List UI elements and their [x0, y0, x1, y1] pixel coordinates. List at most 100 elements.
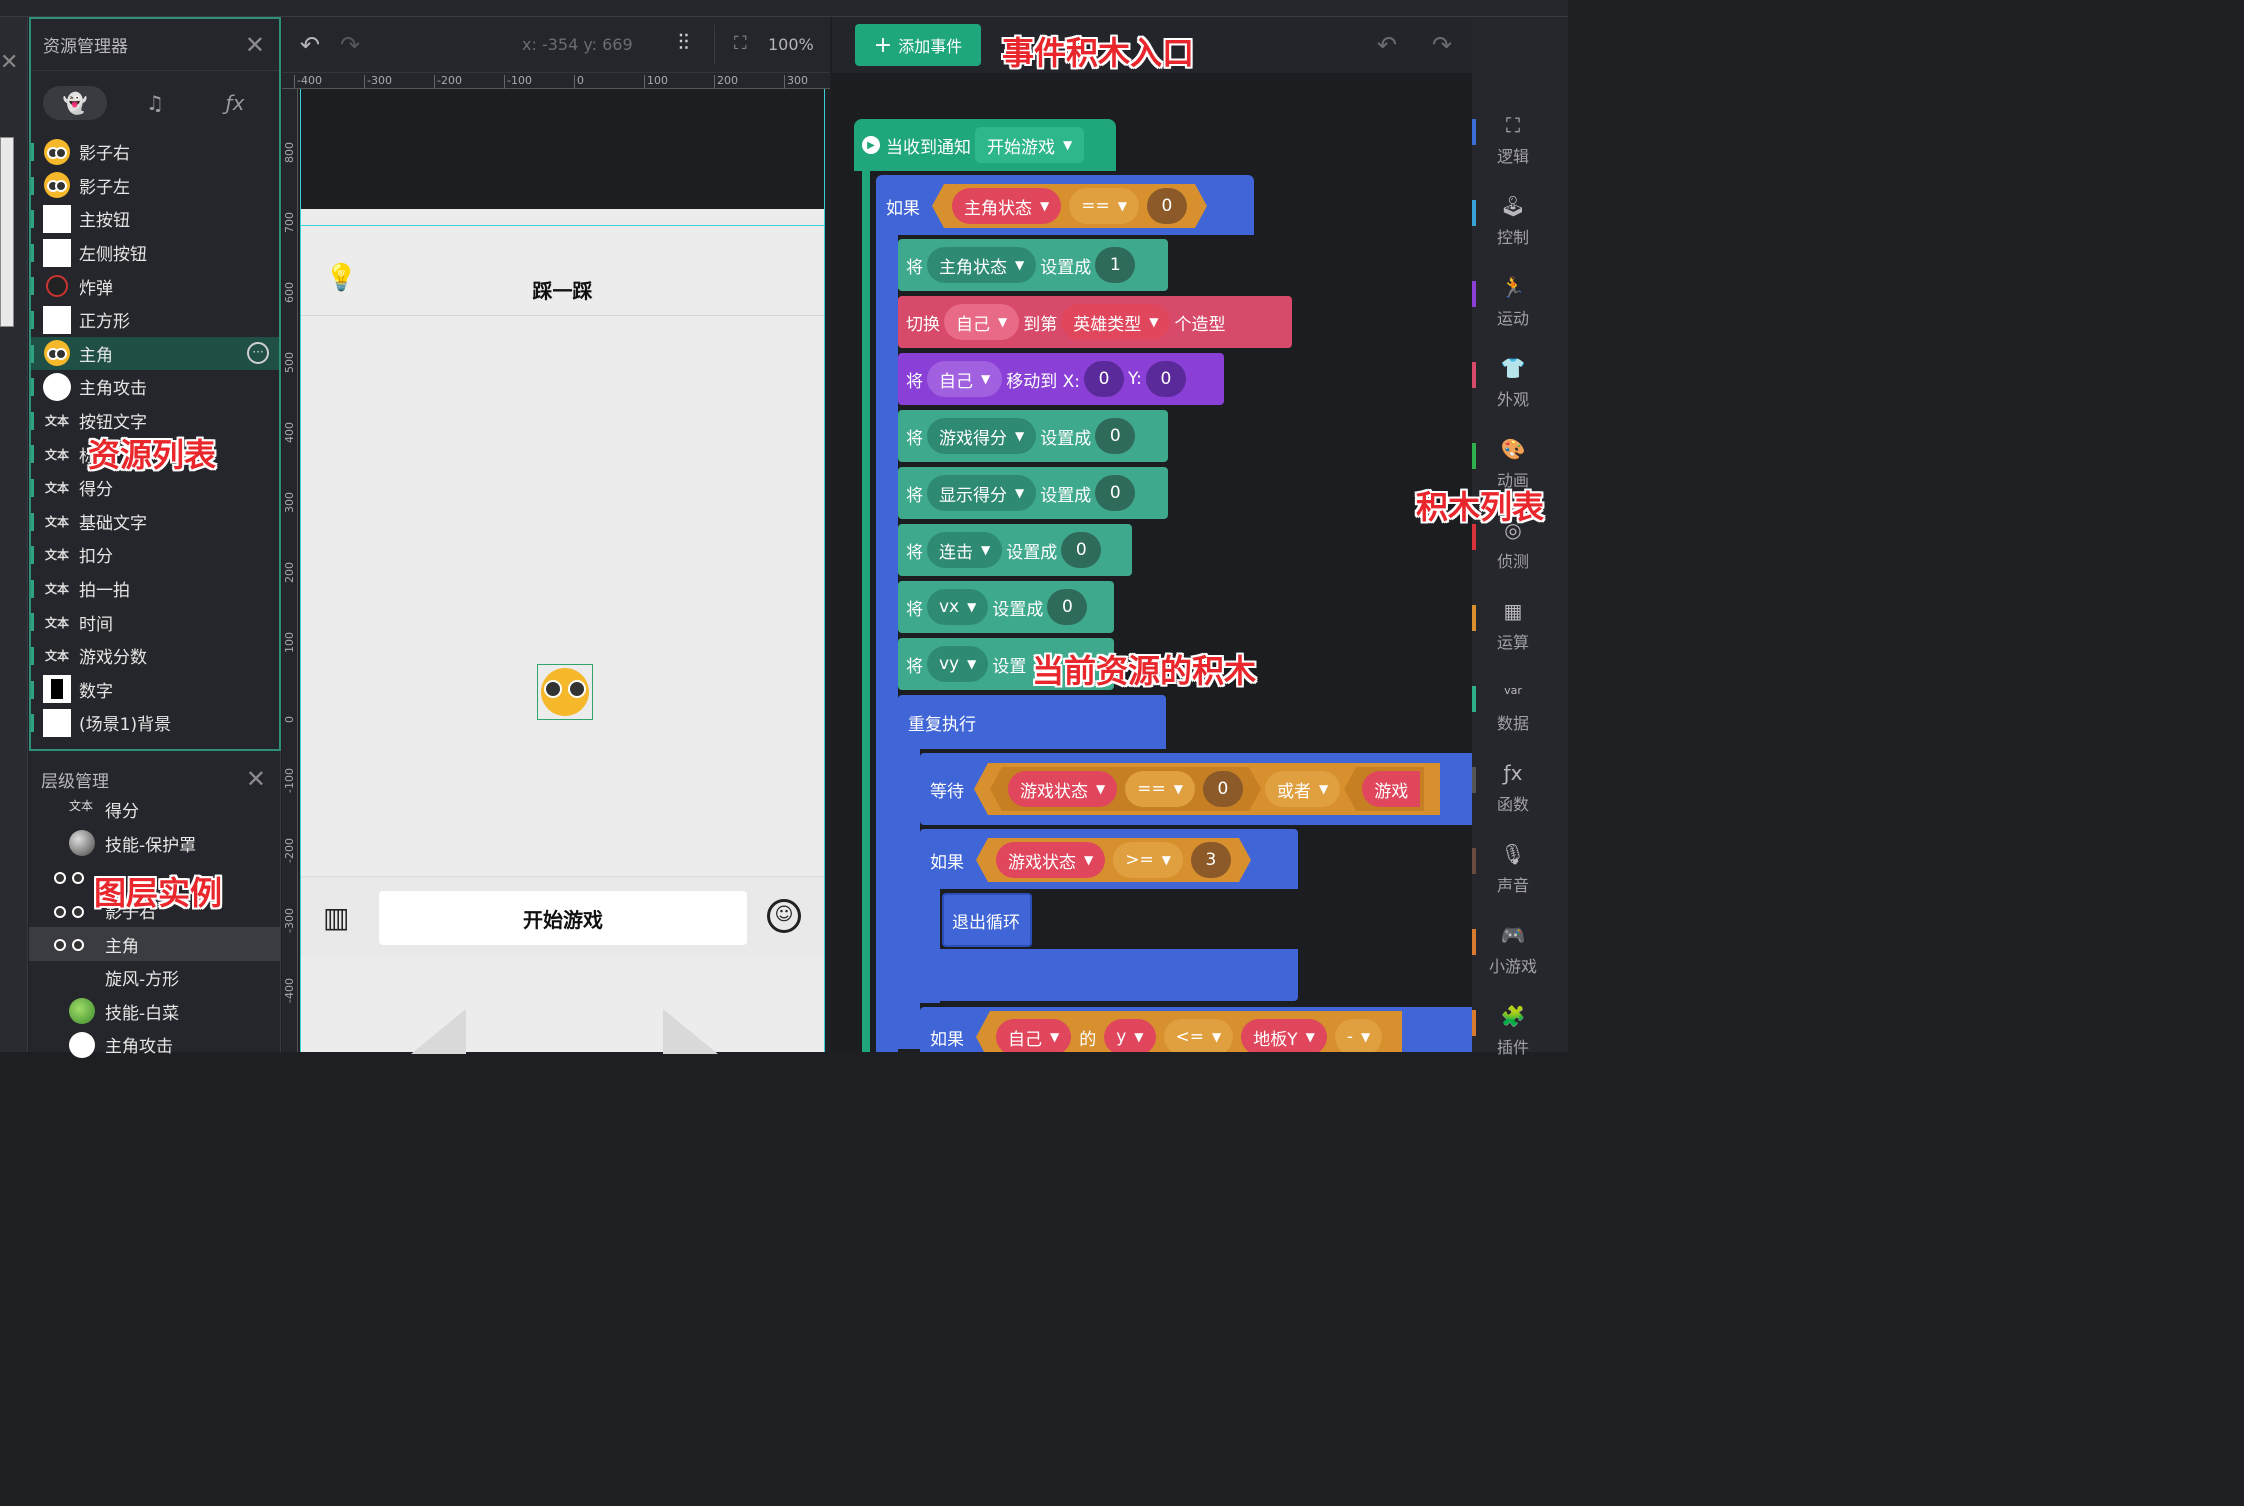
var-dropdown[interactable]: 显示得分 ▼	[927, 475, 1037, 511]
compare-block[interactable]: 游戏状态 ▼ == ▼ 0	[990, 767, 1261, 811]
resource-item[interactable]: 主角 ···	[31, 336, 279, 371]
set-block[interactable]: 将 游戏得分 ▼ 设置成 0	[898, 410, 1168, 462]
layer-item[interactable]: 主角	[29, 927, 280, 961]
resource-item[interactable]: 主按钮	[31, 202, 279, 236]
layer-item[interactable]: 旋风-方形	[29, 961, 280, 995]
value-input[interactable]: 1	[1095, 247, 1136, 283]
fit-screen-icon[interactable]: ⛶	[734, 33, 747, 54]
resource-item[interactable]: 文本 基础文字	[31, 505, 279, 539]
property-dropdown[interactable]: y ▼	[1104, 1019, 1156, 1052]
stage-canvas[interactable]: 💡 踩一踩 ▥ 开始游戏 ☺	[298, 89, 830, 1054]
value-input[interactable]: 3	[1191, 842, 1231, 878]
target-dropdown[interactable]: 自己 ▼	[944, 304, 1020, 340]
resource-item[interactable]: 文本 拍一拍	[31, 572, 279, 606]
var-dropdown[interactable]: vy ▼	[927, 646, 989, 682]
var-dropdown[interactable]: 主角状态 ▼	[927, 247, 1037, 283]
blocks-workspace[interactable]: + 添加事件 ↶ ↷ ▶ 当收到通知 开始游戏 ▼ 如果 主角状态 ▼ == ▼ 0 …	[832, 17, 1472, 1052]
palette-category[interactable]: 🧩 插件	[1472, 988, 1568, 1068]
undo-icon[interactable]: ↶	[1377, 31, 1397, 59]
redo-icon[interactable]: ↷	[1432, 31, 1452, 59]
resource-item[interactable]: (场景1)背景	[31, 706, 279, 740]
operator-dropdown[interactable]: - ▼	[1334, 1019, 1383, 1052]
value-input[interactable]: 0	[1061, 532, 1102, 568]
value-input[interactable]: 0	[1203, 771, 1243, 807]
var-dropdown[interactable]: 主角状态 ▼	[952, 188, 1061, 224]
set-block[interactable]: 将 连击 ▼ 设置成 0	[898, 524, 1132, 576]
zoom-level[interactable]: 100%	[768, 35, 814, 54]
tab-functions[interactable]: ƒx	[203, 86, 267, 120]
palette-category[interactable]: ▦ 运算	[1472, 583, 1568, 663]
value-input[interactable]: 0	[1147, 188, 1187, 224]
add-event-button[interactable]: + 添加事件	[855, 24, 981, 66]
resource-item[interactable]: 数字	[31, 673, 279, 707]
compare-block[interactable]: 自己 ▼ 的 y ▼ <= ▼ 地板Y ▼ - ▼	[976, 1011, 1403, 1052]
close-icon[interactable]: ✕	[245, 31, 265, 59]
var-dropdown[interactable]: 游戏	[1362, 771, 1421, 807]
set-block[interactable]: 将 主角状态 ▼ 设置成 1	[898, 239, 1168, 291]
tab-sounds[interactable]: ♫	[123, 86, 187, 120]
layer-item[interactable]: 文本 得分	[29, 793, 280, 827]
value-input[interactable]: 0	[1047, 589, 1088, 625]
resource-item[interactable]: 主角攻击	[31, 370, 279, 404]
compare-block[interactable]: 主角状态 ▼ == ▼ 0	[932, 184, 1207, 228]
palette-category[interactable]: 🕹 控制	[1472, 178, 1568, 258]
resource-item[interactable]: 影子左	[31, 169, 279, 203]
operator-dropdown[interactable]: <= ▼	[1163, 1019, 1234, 1052]
var-dropdown[interactable]: 游戏得分 ▼	[927, 418, 1037, 454]
smile-icon[interactable]: ☺	[767, 899, 801, 933]
var-dropdown[interactable]: 连击 ▼	[927, 532, 1003, 568]
palette-category[interactable]: 🎮 小游戏	[1472, 907, 1568, 987]
close-icon[interactable]: ✕	[0, 50, 18, 75]
y-input[interactable]: 0	[1145, 361, 1186, 397]
resource-item[interactable]: 正方形	[31, 303, 279, 337]
palette-category[interactable]: 🏃 运动	[1472, 259, 1568, 339]
repeat-block[interactable]: 重复执行	[898, 695, 1166, 749]
operator-dropdown[interactable]: == ▼	[1069, 188, 1139, 224]
settings-sliders-icon[interactable]: ⫶⫶	[678, 31, 689, 56]
switch-costume-block[interactable]: 切换 自己 ▼ 到第 英雄类型 ▼ 个造型	[898, 296, 1292, 348]
hero-sprite[interactable]	[537, 664, 593, 720]
palette-category[interactable]: ⛶ 逻辑	[1472, 97, 1568, 177]
move-to-block[interactable]: 将 自己 ▼ 移动到 X: 0 Y: 0	[898, 353, 1224, 405]
layer-item[interactable]: 主角攻击	[29, 1028, 280, 1062]
resource-item[interactable]: 左侧按钮	[31, 236, 279, 270]
palette-category[interactable]: 👕 外观	[1472, 340, 1568, 420]
set-block[interactable]: 将 显示得分 ▼ 设置成 0	[898, 467, 1168, 519]
resource-item[interactable]: 影子右	[31, 135, 279, 169]
var-dropdown[interactable]: vx ▼	[927, 589, 989, 625]
break-loop-block[interactable]: 退出循环	[942, 893, 1032, 947]
var-dropdown[interactable]: 游戏状态 ▼	[1008, 771, 1117, 807]
operator-dropdown[interactable]: == ▼	[1125, 771, 1195, 807]
event-message-dropdown[interactable]: 开始游戏 ▼	[975, 127, 1085, 163]
value-input[interactable]: 0	[1095, 418, 1136, 454]
more-options-icon[interactable]: ···	[247, 341, 269, 364]
tab-sprites[interactable]: 👻	[43, 86, 107, 120]
var-dropdown[interactable]: 英雄类型 ▼	[1061, 304, 1171, 340]
operator-dropdown[interactable]: >= ▼	[1113, 842, 1183, 878]
redo-icon[interactable]: ↷	[340, 31, 360, 59]
palette-category[interactable]: 🎙 声音	[1472, 826, 1568, 906]
target-dropdown[interactable]: 自己 ▼	[927, 361, 1003, 397]
compare-block[interactable]: 游戏状态 ▼ >= ▼ 3	[976, 838, 1251, 882]
palette-category[interactable]: ƒx 函数	[1472, 745, 1568, 825]
resource-item[interactable]: 文本 游戏分数	[31, 639, 279, 673]
left-arrow-control[interactable]	[411, 1009, 466, 1054]
resource-item[interactable]: 文本 扣分	[31, 538, 279, 572]
palette-category[interactable]: var 数据	[1472, 664, 1568, 744]
resource-item[interactable]: 炸弹	[31, 269, 279, 303]
logic-dropdown[interactable]: 或者 ▼	[1264, 771, 1341, 807]
or-block[interactable]: 游戏状态 ▼ == ▼ 0 或者 ▼ 游戏	[974, 763, 1441, 815]
layer-item[interactable]: 技能-保护罩	[29, 827, 280, 861]
target-dropdown[interactable]: 自己 ▼	[996, 1019, 1072, 1052]
leaderboard-icon[interactable]: ▥	[323, 901, 349, 934]
layer-item[interactable]: 技能-白菜	[29, 995, 280, 1029]
value-input[interactable]: 0	[1095, 475, 1136, 511]
compare-block[interactable]: 游戏	[1344, 767, 1425, 811]
var-dropdown[interactable]: 地板Y ▼	[1241, 1019, 1327, 1052]
x-input[interactable]: 0	[1084, 361, 1125, 397]
right-arrow-control[interactable]	[663, 1009, 718, 1054]
close-icon[interactable]: ✕	[246, 765, 266, 793]
resource-item[interactable]: 文本 时间	[31, 605, 279, 639]
undo-icon[interactable]: ↶	[300, 31, 320, 59]
var-dropdown[interactable]: 游戏状态 ▼	[996, 842, 1105, 878]
